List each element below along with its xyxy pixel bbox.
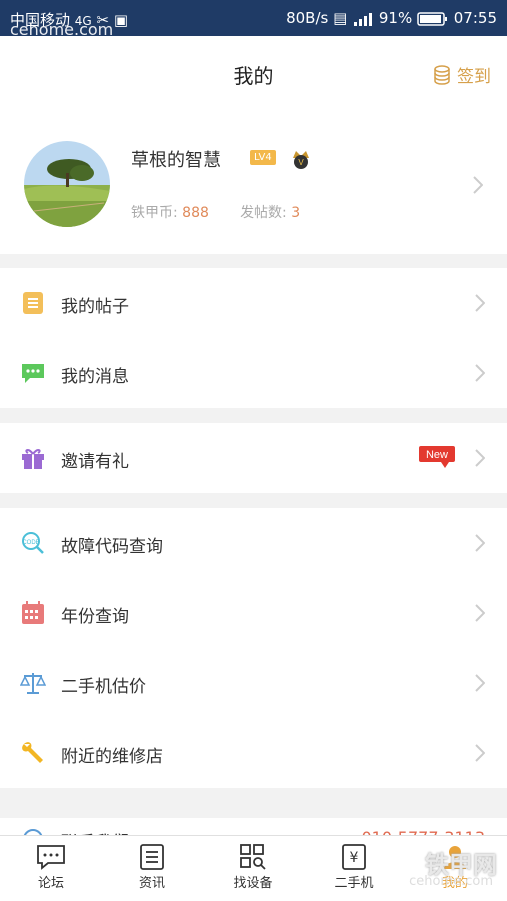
username: 草根的智慧 <box>131 150 221 171</box>
menu-label: 故障代码查询 <box>61 537 163 557</box>
chevron-right-icon <box>475 604 485 622</box>
document-icon <box>23 292 43 314</box>
scale-icon <box>20 673 46 694</box>
tab-find-equipment[interactable]: 找设备 <box>213 844 293 891</box>
forum-icon <box>37 845 65 870</box>
tab-label: 二手机 <box>334 876 374 891</box>
tab-label: 论坛 <box>37 876 64 891</box>
net-speed: 80B/s <box>286 9 329 27</box>
page-title: 我的 <box>233 64 274 88</box>
profile-stats: 铁甲币: 888 发帖数: 3 <box>131 202 300 222</box>
menu-label: 我的消息 <box>61 367 129 387</box>
signin-button[interactable]: 签到 <box>433 62 491 87</box>
watermark-site: cehome.com <box>409 874 493 889</box>
menu-item-my-posts[interactable]: 我的帖子 <box>0 268 507 338</box>
avatar[interactable] <box>24 141 110 227</box>
tab-label: 找设备 <box>233 876 273 891</box>
menu-item-valuation[interactable]: 二手机估价 <box>0 648 507 718</box>
svg-text:V: V <box>298 158 304 167</box>
tab-label: 资讯 <box>138 876 165 891</box>
tab-forum[interactable]: 论坛 <box>11 844 91 891</box>
gift-icon <box>22 449 44 469</box>
svg-text:CODE: CODE <box>22 540 39 546</box>
sim-icon: ▤ <box>333 9 348 27</box>
magnifier-code-icon: CODE <box>22 532 44 554</box>
menu-group-tools: CODE 故障代码查询 年份查询 二手机估价 附近的维修店 <box>0 508 507 788</box>
vip-medal-icon: V <box>293 151 309 169</box>
notification-icon: ▣ <box>113 11 129 29</box>
menu-item-fault-code[interactable]: CODE 故障代码查询 <box>0 508 507 578</box>
coins-icon <box>434 64 450 85</box>
header: 我的 签到 <box>0 36 507 116</box>
chat-bubble-icon <box>22 364 44 383</box>
posts-count-value: 3 <box>291 205 301 221</box>
calendar-icon <box>22 601 44 624</box>
menu-label: 二手机估价 <box>61 677 146 697</box>
tab-used-machines[interactable]: ¥ 二手机 <box>314 844 394 891</box>
chevron-right-icon <box>473 176 483 194</box>
svg-text:¥: ¥ <box>350 850 359 866</box>
menu-label: 我的帖子 <box>61 297 129 317</box>
menu-item-year-lookup[interactable]: 年份查询 <box>0 578 507 648</box>
menu-label: 邀请有礼 <box>61 452 129 472</box>
chevron-right-icon <box>475 534 485 552</box>
posts-count-label: 发帖数: <box>240 205 287 221</box>
status-right: 80B/s ▤ 91% 07:55 <box>286 9 497 27</box>
coins-label: 铁甲币: <box>131 205 178 221</box>
cell-signal-icon <box>354 12 373 26</box>
chevron-right-icon <box>475 674 485 692</box>
chevron-right-icon <box>475 364 485 382</box>
signin-label: 签到 <box>457 67 491 87</box>
menu-item-invite[interactable]: 邀请有礼 New <box>0 423 507 493</box>
clock: 07:55 <box>453 9 497 27</box>
new-badge: New <box>419 446 455 472</box>
menu-item-repair-shop[interactable]: 附近的维修店 <box>0 718 507 788</box>
profile-card[interactable]: 草根的智慧 LV4 V 铁甲币: 888 发帖数: 3 <box>0 116 507 254</box>
menu-group-personal: 我的帖子 我的消息 <box>0 268 507 408</box>
chevron-right-icon <box>475 294 485 312</box>
menu-label: 附近的维修店 <box>61 747 163 767</box>
grid-search-icon <box>240 844 266 870</box>
wrench-icon <box>22 742 43 763</box>
used-machine-icon: ¥ <box>342 844 366 870</box>
battery-icon <box>417 11 447 26</box>
chevron-right-icon <box>475 449 485 467</box>
menu-group-invite: 邀请有礼 New <box>0 423 507 493</box>
new-badge-text: New <box>426 449 448 461</box>
menu-item-my-messages[interactable]: 我的消息 <box>0 338 507 408</box>
tab-news[interactable]: 资讯 <box>112 844 192 891</box>
coins-value: 888 <box>182 205 209 221</box>
battery-percent: 91% <box>378 9 413 27</box>
menu-label: 年份查询 <box>61 607 129 627</box>
level-badge: LV4 <box>250 150 276 165</box>
news-icon <box>140 844 164 870</box>
chevron-right-icon <box>475 744 485 762</box>
